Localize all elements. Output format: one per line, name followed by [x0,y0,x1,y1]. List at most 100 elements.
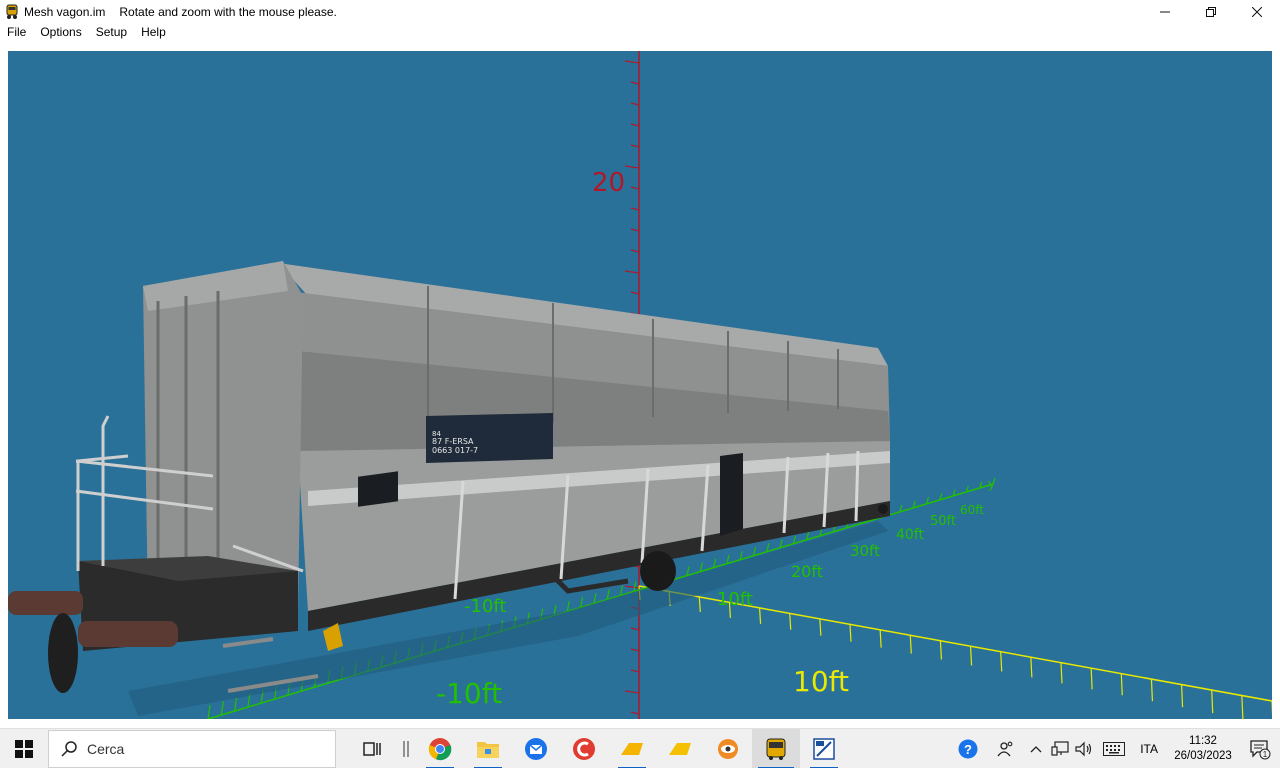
minimize-button[interactable] [1142,0,1188,23]
system-tray: ? ITA 11:32 26/03/2023 1 [948,729,1280,768]
taskbar: Cerca ? ITA 11:32 26/03/2023 1 [0,728,1280,768]
minimize-icon [1160,11,1170,12]
x-axis-label-pos: 10ft [793,665,849,698]
volume-tray-button[interactable] [1072,729,1096,768]
volume-icon [1075,741,1092,757]
file-explorer-button[interactable] [464,729,512,768]
vertical-axis-label: 20 [592,168,625,198]
y-axis-tick [699,562,703,572]
x-axis-tick [849,624,852,642]
yellow-app-2-button[interactable] [656,729,704,768]
y-axis-label-60: 60ft [960,503,984,517]
vertical-axis-tick [630,81,640,85]
y-axis-end-label: y [988,477,995,491]
help-tray-button[interactable]: ? [948,729,988,768]
start-button[interactable] [0,729,48,768]
search-box[interactable]: Cerca [48,729,336,768]
bus-app-button[interactable] [752,728,800,768]
thunderbird-button[interactable] [512,729,560,768]
x-axis-tick [1030,657,1033,678]
scene-canvas: 20 10ft -10ft -10ft 10ft 20ft 30ft 40ft … [8,51,1272,719]
restore-button[interactable] [1188,0,1234,23]
notification-icon: 1 [1250,740,1271,760]
show-hidden-icons-button[interactable] [1024,729,1048,768]
vertical-axis-tick [624,270,640,274]
eye-app-button[interactable] [704,729,752,768]
mesh-editor-icon [813,737,835,760]
close-icon [1252,6,1262,17]
x-axis-label-neg: -10ft [436,677,502,710]
plate-line-3: 0663 017-7 [432,446,478,455]
clock-time: 11:32 [1189,735,1217,747]
touch-keyboard-button[interactable] [1096,729,1132,768]
network-tray-button[interactable] [1048,729,1072,768]
title-bar: Mesh vagon.im Rotate and zoom with the m… [0,0,1280,23]
plate-line-2: 87 F-ERSA [432,437,474,446]
window-controls [1142,0,1280,23]
y-axis-tick [207,704,211,719]
x-axis-tick [1120,673,1123,696]
app-icon [4,4,20,20]
yellow-app-1-button[interactable] [608,729,656,768]
people-tray-button[interactable] [988,729,1024,768]
menu-bar: File Options Setup Help [0,23,1280,42]
restore-icon [1206,6,1216,17]
chrome-icon [428,737,452,760]
menu-help[interactable]: Help [134,23,173,42]
bus-icon [766,738,786,760]
help-icon: ? [958,739,978,759]
y-axis-tick [220,701,224,716]
people-icon [997,741,1013,757]
svg-text:?: ? [964,742,972,757]
menu-options[interactable]: Options [33,23,88,42]
y-axis-tick [593,593,597,604]
y-axis-label-40: 40ft [896,527,924,543]
input-language[interactable]: ITA [1132,742,1166,756]
clock[interactable]: 11:32 26/03/2023 [1166,734,1240,764]
vertical-axis-tick [624,585,640,589]
notification-center-button[interactable]: 1 [1240,729,1280,768]
y-axis-tick [713,558,717,568]
wagon-model[interactable]: 84 87 F-ERSA 0663 017-7 [8,261,890,716]
x-axis-tick [1000,651,1003,672]
vertical-axis-tick [630,228,640,232]
x-axis-tick [1180,684,1184,708]
network-icon [1051,741,1069,756]
vertical-axis-tick [630,669,640,673]
search-icon [61,740,77,757]
close-button[interactable] [1234,0,1280,23]
vertical-axis-tick [630,123,640,127]
y-axis-tick [606,589,610,600]
yellow-shape-icon-2 [669,742,691,755]
chrome-button[interactable] [416,729,464,768]
window-title: Mesh vagon.im [24,4,106,19]
y-axis-label-50: 50ft [930,514,956,529]
vertical-axis-tick [624,60,640,64]
x-axis-tick [758,607,762,624]
x-axis-tick [939,640,943,660]
vertical-axis-tick [630,249,640,253]
3d-viewport[interactable]: 20 10ft -10ft -10ft 10ft 20ft 30ft 40ft … [8,51,1272,719]
y-axis-label-neg10: -10ft [464,596,506,617]
x-axis-tick [1211,690,1214,714]
vertical-axis-tick [630,102,640,106]
y-axis-label-20: 20ft [791,562,823,581]
task-view-button[interactable] [348,729,396,768]
y-axis-tick [726,554,730,564]
menu-setup[interactable]: Setup [89,23,134,42]
mesh-app-button[interactable] [800,729,848,768]
windows-icon [15,739,33,758]
menu-file[interactable]: File [0,23,33,42]
y-axis-tick [686,566,690,576]
search-placeholder: Cerca [87,740,125,757]
notification-count: 1 [1263,750,1268,759]
folder-icon [477,741,499,758]
y-axis-tick [579,597,584,608]
x-axis-tick [1060,662,1063,684]
ccleaner-button[interactable] [560,729,608,768]
vertical-axis-tick [630,711,640,715]
vertical-axis-tick [630,291,640,295]
vertical-axis-tick [624,165,640,169]
vertical-axis-tick [630,648,640,652]
chevron-up-icon [1030,746,1042,753]
